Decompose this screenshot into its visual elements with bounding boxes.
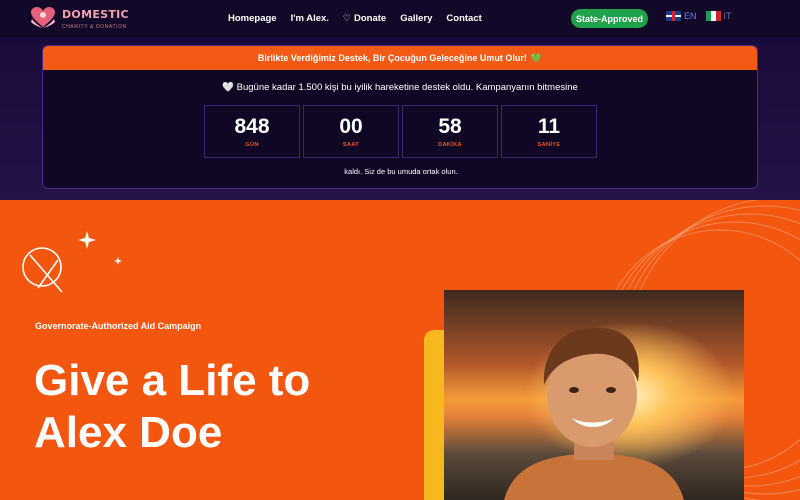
heart-outline-icon: ♡ (342, 13, 351, 23)
nav-homepage-link[interactable]: Homepage (228, 13, 277, 24)
countdown-hours: 00 SAAT (303, 105, 399, 158)
white-heart-icon: 🤍 (222, 82, 235, 93)
lang-en-label: EN (684, 11, 697, 21)
countdown-minutes-label: DAKİKA (438, 141, 462, 148)
countdown-days-label: GÜN (245, 141, 259, 148)
banner-message-text: Bugüne kadar 1.500 kişi bu iyilik hareke… (236, 82, 578, 93)
campaign-banner-section: Birlikte Verdiğimiz Destek, Bir Çocuğun … (0, 37, 800, 200)
countdown-minutes: 58 DAKİKA (402, 105, 498, 158)
banner-strip-text: Birlikte Verdiğimiz Destek, Bir Çocuğun … (257, 53, 527, 63)
uk-flag-icon (666, 11, 681, 21)
lang-it-label: IT (723, 11, 732, 21)
green-heart-icon: 💚 (530, 52, 543, 63)
banner-strip: Birlikte Verdiğimiz Destek, Bir Çocuğun … (43, 46, 757, 70)
banner-footer-text: kaldı. Siz de bu umuda ortak olun. (344, 167, 458, 176)
countdown-hours-label: SAAT (342, 141, 360, 148)
logo-hands-heart-icon (28, 5, 58, 31)
lang-en-option[interactable]: EN (666, 11, 697, 21)
lang-it-option[interactable]: IT (705, 11, 732, 21)
hero-title-line2: Alex Doe (34, 408, 223, 457)
countdown-seconds: 11 SANİYE (501, 105, 597, 158)
site-logo[interactable]: DOMESTIC CHARITY & DONATION (28, 5, 129, 31)
portrait-boy-sunset-image (444, 290, 744, 500)
countdown-days-value: 848 (234, 114, 270, 138)
logo-title: DOMESTIC (62, 8, 129, 21)
nav-im-alex-link[interactable]: I'm Alex. (291, 13, 329, 24)
countdown-timer: 848 GÜN 00 SAAT 58 DAKİKA 11 SANİYE (204, 105, 600, 158)
countdown-days: 848 GÜN (204, 105, 300, 158)
nav-donate-link[interactable]: ♡ Donate (343, 13, 386, 24)
countdown-minutes-value: 58 (438, 114, 462, 138)
nav-gallery-link[interactable]: Gallery (400, 13, 432, 24)
language-switcher: EN IT (666, 11, 741, 21)
italy-flag-icon (705, 11, 721, 21)
logo-subtitle: CHARITY & DONATION (62, 24, 127, 30)
countdown-seconds-label: SANİYE (537, 141, 561, 148)
hero-section: Governorate-Authorized Aid Campaign Give… (0, 200, 800, 500)
main-menu: Homepage I'm Alex. ♡ Donate Gallery Cont… (228, 0, 496, 37)
hero-title-line1: Give a Life to (34, 356, 311, 405)
hero-title: Give a Life to Alex Doe (34, 355, 394, 459)
banner-message: 🤍 Bugüne kadar 1.500 kişi bu iyilik hare… (43, 82, 757, 93)
campaign-banner-card: Birlikte Verdiğimiz Destek, Bir Çocuğun … (42, 45, 758, 189)
top-navbar: DOMESTIC CHARITY & DONATION Homepage I'm… (0, 0, 800, 37)
countdown-hours-value: 00 (339, 114, 363, 138)
nav-donate-label: Donate (354, 13, 387, 24)
countdown-seconds-value: 11 (537, 114, 561, 138)
state-approved-badge[interactable]: State-Approved (571, 9, 648, 28)
hero-subtitle: Governorate-Authorized Aid Campaign (35, 321, 202, 331)
nav-contact-link[interactable]: Contact (446, 13, 481, 24)
